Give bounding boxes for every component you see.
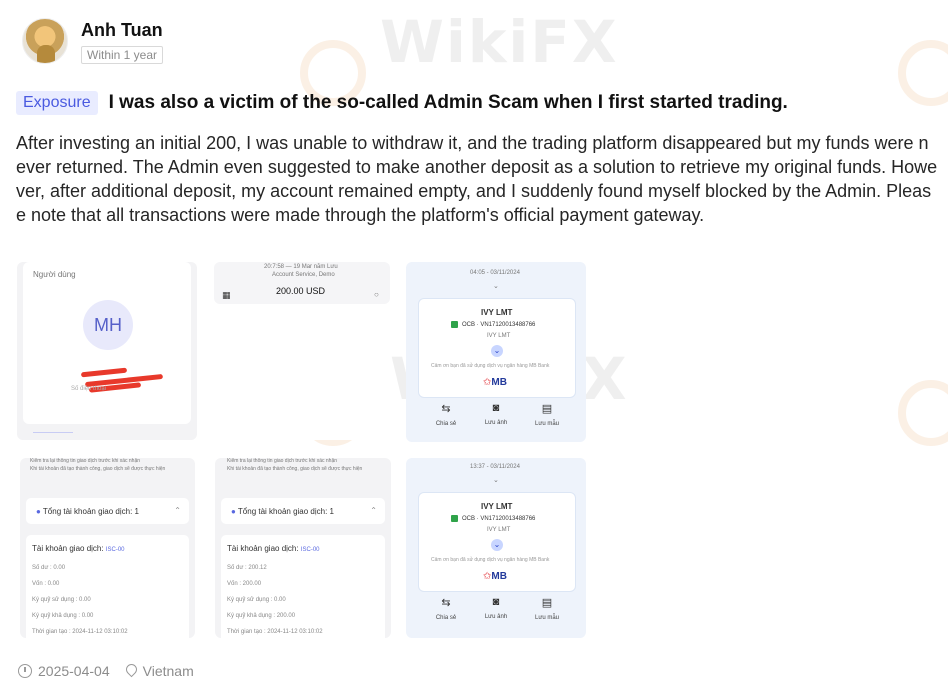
info-note-1: Kiểm tra lại thông tin giao dịch trước k…	[30, 458, 141, 464]
location-pin-icon	[126, 664, 137, 678]
post-body: After investing an initial 200, I was un…	[16, 133, 938, 225]
screenshot-3[interactable]: 04:05 - 03/11/2024 ⌄ IVY LMT OCB · VN171…	[406, 262, 586, 442]
bank-date: 13:37 - 03/11/2024	[470, 464, 520, 470]
watermark-logo	[898, 40, 948, 106]
detail-line: Ký quỹ sử dụng : 0.00	[227, 597, 286, 603]
profile-sub: Số điện thoại	[71, 386, 107, 392]
receipt-amount: 200.00 USD	[276, 286, 326, 296]
bank-date: 04:05 - 03/11/2024	[470, 270, 520, 276]
account-count-row[interactable]: ● Tổng tài khoản giao dịch: 1 ⌃	[221, 498, 385, 524]
save-image-button[interactable]: ◙ Lưu ảnh	[481, 596, 511, 620]
share-icon: ⇆	[441, 597, 451, 609]
document-icon: ▤	[541, 597, 553, 609]
screenshot-5[interactable]: Kiểm tra lại thông tin giao dịch trước k…	[215, 458, 391, 638]
chevron-down-icon[interactable]: ⌄	[491, 539, 503, 551]
receipt-sub: Account Service, Demo	[272, 272, 335, 278]
chevron-down-icon[interactable]: ⌄	[491, 345, 503, 357]
author-name[interactable]: Anh Tuan	[81, 19, 163, 41]
camera-icon: ◙	[492, 402, 500, 414]
post-header: Anh Tuan Within 1 year	[22, 18, 164, 64]
detail-line: Số dư : 200.12	[227, 565, 267, 571]
save-template-button[interactable]: ▤ Lưu mẫu	[532, 402, 562, 427]
time-badge: Within 1 year	[81, 45, 164, 64]
watermark-text: WikiFX	[380, 8, 619, 76]
detail-title: Tài khoản giao dịch: ISC-00	[227, 544, 320, 553]
bank-receipt-card: IVY LMT OCB · VN17120013488766 IVY LMT ⌄…	[418, 492, 576, 592]
info-note-1: Kiểm tra lại thông tin giao dịch trước k…	[227, 458, 338, 464]
share-icon: ⇆	[441, 403, 451, 415]
recipient-account: OCB · VN17120013488766	[451, 321, 535, 328]
user-meta: Anh Tuan Within 1 year	[81, 19, 164, 64]
screenshot-1[interactable]: Người dùng MH Số điện thoại	[17, 262, 197, 440]
account-count-row[interactable]: ● Tổng tài khoản giao dịch: 1 ⌃	[26, 498, 189, 524]
camera-icon: ◙	[492, 596, 500, 608]
post-title: I was also a victim of the so-called Adm…	[108, 92, 788, 113]
detail-line: Ký quỹ khả dụng : 200.00	[227, 613, 296, 619]
exposure-tag: Exposure	[16, 91, 98, 115]
recipient-name: IVY LMT	[481, 308, 513, 317]
share-button[interactable]: ⇆ Chia sẻ	[431, 596, 461, 621]
post-footer: 2025-04-04 Vietnam	[18, 663, 194, 679]
chevron-up-icon: ⌃	[370, 506, 377, 515]
detail-line: Thời gian tạo : 2024-11-12 03:10:02	[227, 629, 323, 635]
recipient-name-2: IVY LMT	[487, 333, 511, 339]
screenshot-4[interactable]: Kiểm tra lại thông tin giao dịch trước k…	[20, 458, 195, 638]
account-detail-card: Tài khoản giao dịch: ISC-00 Số dư : 200.…	[221, 535, 385, 638]
watermark-logo	[898, 380, 948, 446]
detail-line: Ký quỹ khả dụng : 0.00	[32, 613, 94, 619]
detail-line: Số dư : 0.00	[32, 565, 66, 571]
title-row: Exposure I was also a victim of the so-c…	[16, 91, 788, 115]
detail-line: Vốn : 0.00	[32, 581, 60, 587]
mb-bank-logo: ✩MB	[483, 377, 507, 388]
detail-line: Ký quỹ sử dụng : 0.00	[32, 597, 91, 603]
receipt-header: 20:7:58 — 19 Mar năm Lưu	[264, 264, 338, 270]
profile-card: Người dùng MH Số điện thoại	[23, 262, 191, 424]
divider	[33, 432, 73, 433]
save-image-button[interactable]: ◙ Lưu ảnh	[481, 402, 511, 426]
bank-note: Cảm ơn bạn đã sử dụng dịch vụ ngân hàng …	[431, 557, 550, 563]
detail-title: Tài khoản giao dịch: ISC-00	[32, 544, 125, 553]
detail-line: Thời gian tạo : 2024-11-12 03:10:02	[32, 629, 128, 635]
account-detail-card: Tài khoản giao dịch: ISC-00 Số dư : 0.00…	[26, 535, 189, 638]
save-template-button[interactable]: ▤ Lưu mẫu	[532, 596, 562, 621]
screenshot-6[interactable]: 13:37 - 03/11/2024 ⌄ IVY LMT OCB · VN171…	[406, 458, 586, 638]
recipient-account: OCB · VN17120013488766	[451, 515, 535, 522]
post-date: 2025-04-04	[38, 663, 110, 679]
recipient-name-2: IVY LMT	[487, 527, 511, 533]
copy-icon: ○	[374, 290, 379, 299]
profile-initials: MH	[83, 300, 133, 350]
detail-line: Vốn : 200.00	[227, 581, 262, 587]
clock-icon	[18, 664, 32, 678]
recipient-name: IVY LMT	[481, 502, 513, 511]
bank-note: Cảm ơn bạn đã sử dụng dịch vụ ngân hàng …	[431, 363, 550, 369]
chevron-up-icon: ⌃	[174, 506, 181, 515]
post-location: Vietnam	[142, 663, 194, 679]
info-note-2: Khi tài khoản đã tạo thành công, giao dị…	[30, 466, 166, 472]
bank-receipt-card: IVY LMT OCB · VN17120013488766 IVY LMT ⌄…	[418, 298, 576, 398]
qr-icon: ▦	[222, 290, 231, 300]
info-note-2: Khi tài khoản đã tạo thành công, giao dị…	[227, 466, 363, 472]
redaction-mark	[80, 367, 128, 378]
share-button[interactable]: ⇆ Chia sẻ	[431, 402, 461, 427]
receipt-top: 20:7:58 — 19 Mar năm Lưu Account Service…	[214, 262, 390, 304]
profile-label: Người dùng	[33, 270, 76, 279]
avatar[interactable]	[22, 18, 68, 64]
document-icon: ▤	[541, 403, 553, 415]
chevron-down-icon: ⌄	[493, 477, 499, 484]
screenshot-2[interactable]: 20:7:58 — 19 Mar năm Lưu Account Service…	[214, 262, 390, 440]
chevron-down-icon: ⌄	[493, 283, 499, 290]
mb-bank-logo: ✩MB	[483, 571, 507, 582]
